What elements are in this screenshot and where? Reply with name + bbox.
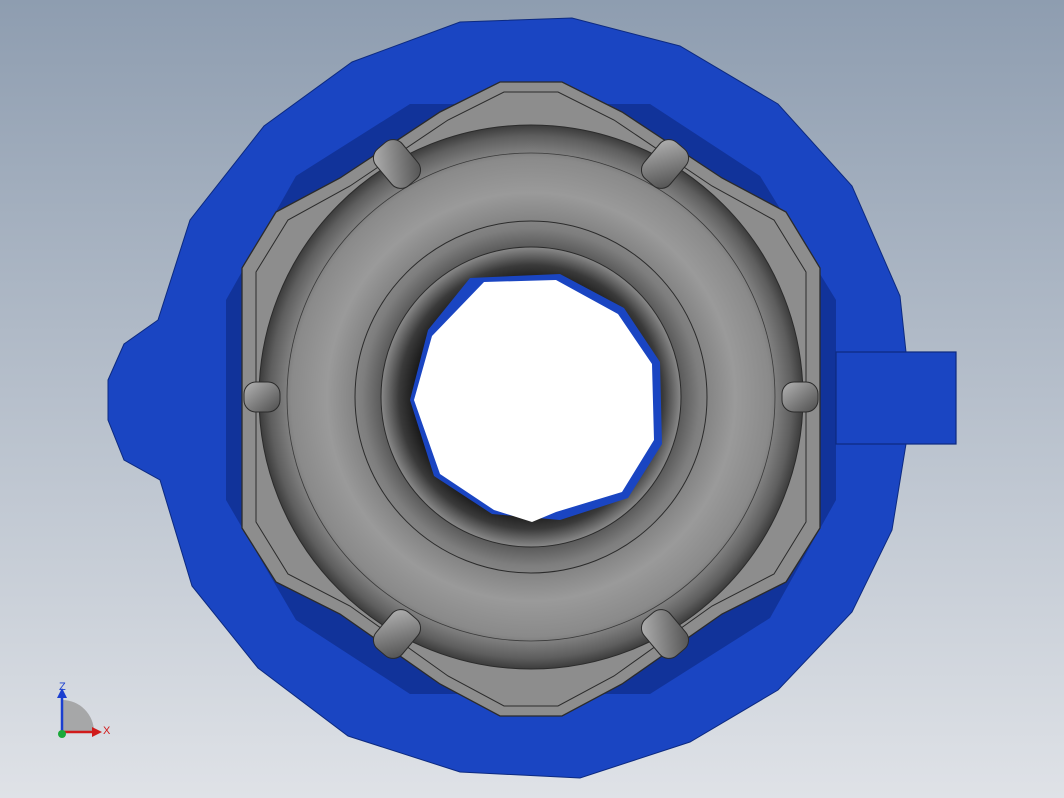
cad-3d-viewport[interactable]: Z X	[0, 0, 1064, 798]
triad-axis-y	[58, 730, 66, 738]
triad-label-z: Z	[59, 681, 66, 693]
nut-lug-right	[781, 381, 819, 413]
triad-label-x: X	[103, 725, 111, 737]
valve-stem-boss[interactable]	[835, 351, 957, 445]
nut-lug-left	[243, 381, 281, 413]
through-bore[interactable]	[380, 246, 682, 548]
